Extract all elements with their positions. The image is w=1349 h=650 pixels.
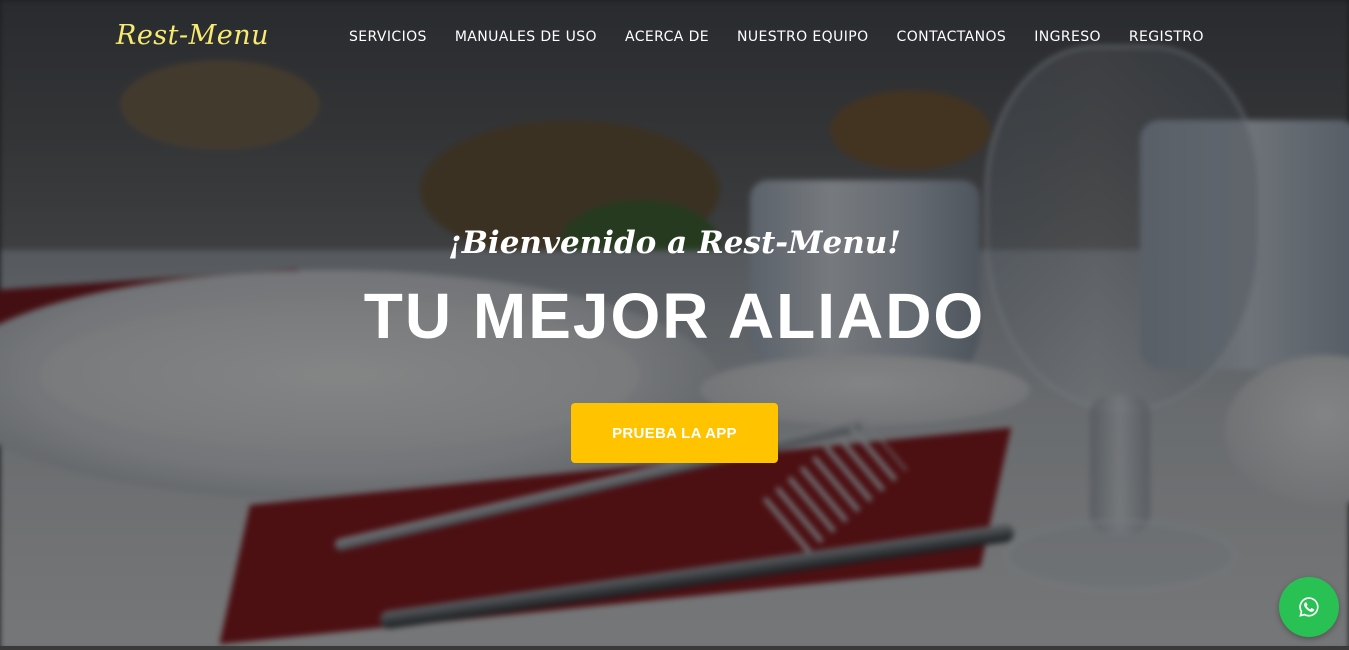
nav-item-registro[interactable]: REGISTRO [1129, 29, 1204, 45]
nav-item-ingreso[interactable]: INGRESO [1034, 29, 1101, 45]
site-header: Rest-Menu SERVICIOS MANUALES DE USO ACER… [0, 0, 1349, 76]
page-bottom-edge [0, 646, 1349, 650]
nav-item-nuestro-equipo[interactable]: NUESTRO EQUIPO [737, 29, 869, 45]
hero-headline: TU MEJOR ALIADO [363, 280, 986, 352]
nav-item-servicios[interactable]: SERVICIOS [349, 29, 427, 45]
whatsapp-icon [1299, 597, 1319, 617]
nav-item-acerca-de[interactable]: ACERCA DE [625, 29, 709, 45]
welcome-subtitle: ¡Bienvenido a Rest-Menu! [448, 225, 901, 261]
main-navigation: SERVICIOS MANUALES DE USO ACERCA DE NUES… [349, 29, 1232, 45]
nav-item-contactanos[interactable]: CONTACTANOS [897, 29, 1007, 45]
nav-item-manuales-de-uso[interactable]: MANUALES DE USO [455, 29, 597, 45]
hero-section: Rest-Menu SERVICIOS MANUALES DE USO ACER… [0, 0, 1349, 650]
hero-content: ¡Bienvenido a Rest-Menu! TU MEJOR ALIADO… [0, 225, 1349, 463]
try-app-button[interactable]: PRUEBA LA APP [571, 403, 778, 463]
whatsapp-button[interactable] [1279, 577, 1339, 637]
brand-logo[interactable]: Rest-Menu [116, 20, 269, 51]
